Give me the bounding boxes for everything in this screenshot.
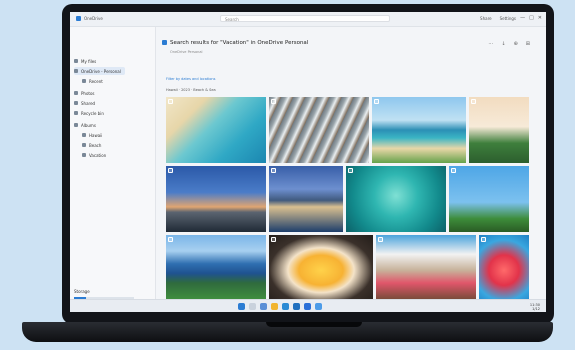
storage-indicator[interactable]: Storage: [74, 289, 150, 299]
page-title: Search results for "Vacation" in OneDriv…: [162, 40, 308, 46]
sidebar-item-label: Shared: [81, 100, 96, 106]
photo-evening-beach[interactable]: [166, 166, 266, 232]
photo-strawberry-dessert[interactable]: [479, 235, 529, 299]
sidebar-item-recent[interactable]: Recent: [82, 77, 107, 85]
close-button[interactable]: ✕: [538, 15, 542, 21]
people-icon: [74, 101, 78, 105]
photo-turquoise-lagoon[interactable]: [346, 166, 446, 232]
sidebar-item-my-files[interactable]: My files: [74, 57, 100, 65]
sidebar-item-label: My files: [81, 58, 97, 64]
folder-icon: [74, 59, 78, 63]
search-taskbar-icon[interactable]: [249, 303, 256, 310]
select-checkbox[interactable]: [481, 237, 486, 242]
folder-icon: [82, 143, 86, 147]
folder-icon: [82, 133, 86, 137]
system-tray[interactable]: 11:30 1/12: [530, 303, 540, 311]
cloud-icon: [74, 69, 78, 73]
select-checkbox[interactable]: [471, 99, 476, 104]
sidebar-item-label: Albums: [81, 122, 96, 128]
trash-icon: [74, 111, 78, 115]
select-checkbox[interactable]: [271, 99, 276, 104]
add-icon[interactable]: ⊕: [514, 41, 518, 47]
sidebar-item-label: Photos: [81, 90, 95, 96]
photos-taskbar-icon[interactable]: [315, 303, 322, 310]
sidebar-item-label: Recent: [89, 78, 103, 84]
photo-aerial-beach[interactable]: [166, 97, 266, 163]
photo-dog-and-hat[interactable]: [376, 235, 476, 299]
sidebar-item-recycle-bin[interactable]: Recycle bin: [74, 109, 108, 117]
main-content: Search results for "Vacation" in OneDriv…: [156, 27, 546, 299]
share-button[interactable]: Share: [480, 16, 492, 21]
clock-date: 1/12: [532, 307, 540, 311]
search-results-icon: [162, 40, 167, 45]
sidebar-item-albums[interactable]: Albums: [74, 121, 100, 129]
photo-palms-sunset[interactable]: [469, 97, 529, 163]
select-checkbox[interactable]: [271, 168, 276, 173]
clock-icon: [82, 79, 86, 83]
select-checkbox[interactable]: [168, 237, 173, 242]
sidebar-item-label: Recycle bin: [81, 110, 104, 116]
sidebar-item-hawaii[interactable]: Hawaii: [82, 131, 106, 139]
results-info: Hawaii · 2023 · Beach & Sea: [166, 88, 216, 92]
photo-cove[interactable]: [372, 97, 466, 163]
photo-icon: [74, 91, 78, 95]
sidebar-item-label: Hawaii: [89, 132, 103, 138]
sidebar-item-beach[interactable]: Beach: [82, 141, 105, 149]
sidebar-item-label: Beach: [89, 142, 102, 148]
file-explorer-icon[interactable]: [271, 303, 278, 310]
sidebar: My files OneDrive - Personal Recent Phot…: [70, 27, 156, 299]
photo-shoreline[interactable]: [269, 97, 369, 163]
more-icon[interactable]: ⋯: [488, 41, 493, 47]
sidebar-item-label: Vacation: [89, 152, 107, 158]
select-checkbox[interactable]: [168, 99, 173, 104]
maximize-button[interactable]: □: [529, 15, 534, 21]
photo-palm-tree[interactable]: [449, 166, 529, 232]
photo-city-skyline[interactable]: [269, 166, 343, 232]
storage-label: Storage: [74, 289, 90, 294]
download-icon[interactable]: ↓: [501, 41, 505, 47]
photo-shave-ice[interactable]: [269, 235, 373, 299]
select-checkbox[interactable]: [378, 237, 383, 242]
onedrive-taskbar-icon[interactable]: [293, 303, 300, 310]
laptop-screen: OneDrive Search Share Settings — □ ✕ My …: [70, 12, 546, 312]
title-bar: OneDrive Search Share Settings — □ ✕: [70, 12, 546, 27]
taskbar: 11:30 1/12: [70, 299, 546, 312]
select-checkbox[interactable]: [271, 237, 276, 242]
search-input[interactable]: Search: [220, 15, 390, 22]
select-checkbox[interactable]: [348, 168, 353, 173]
laptop-notch: [266, 322, 362, 327]
album-icon: [74, 123, 78, 127]
select-checkbox[interactable]: [168, 168, 173, 173]
select-checkbox[interactable]: [374, 99, 379, 104]
folder-icon: [82, 153, 86, 157]
laptop-base: [22, 322, 553, 342]
settings-button[interactable]: Settings: [500, 16, 516, 21]
task-view-icon[interactable]: [260, 303, 267, 310]
store-icon[interactable]: [304, 303, 311, 310]
page-title-text: Search results for "Vacation" in OneDriv…: [170, 40, 309, 46]
minimize-button[interactable]: —: [520, 15, 525, 21]
view-toggle-icon[interactable]: ⊞: [526, 41, 530, 47]
sidebar-item-label: OneDrive - Personal: [81, 68, 121, 74]
page-subtitle: OneDrive Personal: [170, 50, 203, 54]
sidebar-item-photos[interactable]: Photos: [74, 89, 99, 97]
onedrive-icon: [76, 16, 81, 21]
start-icon[interactable]: [238, 303, 245, 310]
sidebar-item-shared[interactable]: Shared: [74, 99, 99, 107]
sidebar-item-onedrive[interactable]: OneDrive - Personal: [74, 67, 125, 75]
filter-link[interactable]: Filter by dates and locations: [166, 77, 215, 81]
photo-island-coast[interactable]: [166, 235, 266, 299]
edge-icon[interactable]: [282, 303, 289, 310]
app-title: OneDrive: [84, 16, 103, 21]
select-checkbox[interactable]: [451, 168, 456, 173]
sidebar-item-vacation[interactable]: Vacation: [82, 151, 110, 159]
